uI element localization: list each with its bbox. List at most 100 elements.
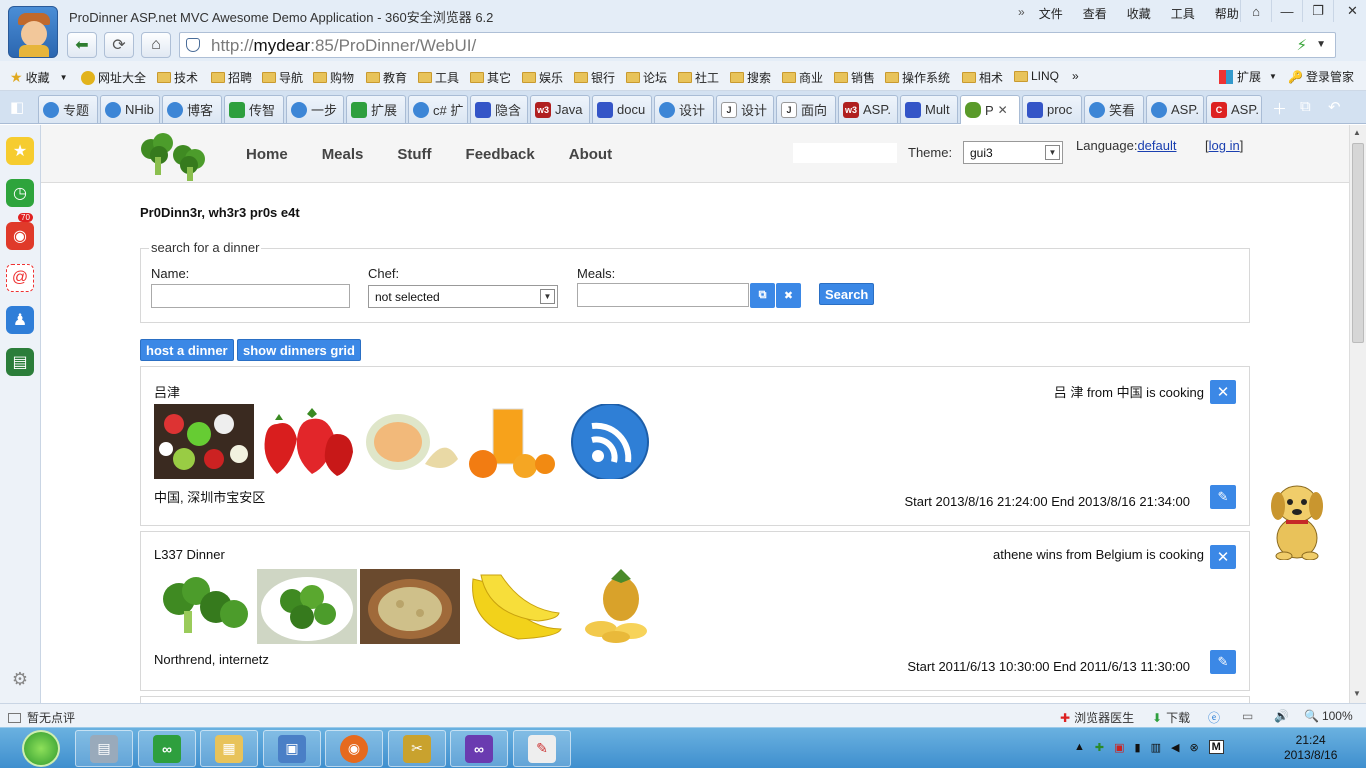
- host-dinner-button[interactable]: host a dinner: [140, 339, 234, 361]
- browser-tab[interactable]: 扩展: [346, 95, 406, 123]
- browser-tab[interactable]: J 设计: [716, 95, 774, 123]
- nav-stuff[interactable]: Stuff: [397, 146, 431, 163]
- theme-select[interactable]: gui3 ▼: [963, 141, 1063, 164]
- zoom-control[interactable]: 🔍 100%: [1304, 709, 1353, 723]
- ie-mode-icon[interactable]: ⓔ: [1208, 709, 1220, 726]
- system-clock[interactable]: 21:24 2013/8/16: [1284, 733, 1337, 763]
- bookmark-item[interactable]: 招聘: [211, 69, 252, 86]
- language-link[interactable]: default: [1137, 138, 1176, 153]
- weibo-icon[interactable]: ◉: [6, 222, 34, 250]
- favorites-star-icon[interactable]: ★: [6, 137, 34, 165]
- browser-tab[interactable]: w3 ASP.: [838, 95, 898, 123]
- bookmark-item[interactable]: 购物: [313, 69, 354, 86]
- browser-tab[interactable]: 专题: [38, 95, 98, 123]
- tray-close-icon[interactable]: ⊗: [1189, 741, 1198, 754]
- refresh-button[interactable]: ⟳: [104, 32, 134, 58]
- menu-tools[interactable]: 工具: [1171, 5, 1195, 22]
- bookmark-item[interactable]: 论坛: [626, 69, 667, 86]
- tray-battery-icon[interactable]: ▮: [1135, 741, 1141, 754]
- taskbar-app[interactable]: ◉: [325, 730, 383, 767]
- browser-tab[interactable]: ASP.: [1146, 95, 1204, 123]
- taskbar-app[interactable]: ▦: [200, 730, 258, 767]
- edit-dinner-button[interactable]: ✎: [1210, 650, 1236, 674]
- login-manager-button[interactable]: 🔑 登录管家: [1288, 68, 1354, 85]
- bookmark-item[interactable]: 搜索: [730, 69, 771, 86]
- bookmark-item[interactable]: 导航: [262, 69, 303, 86]
- history-clock-icon[interactable]: ◷: [6, 179, 34, 207]
- close-button[interactable]: ✕: [1333, 0, 1366, 22]
- menu-file[interactable]: 文件: [1039, 5, 1063, 22]
- scroll-down-icon[interactable]: ▼: [1353, 689, 1361, 698]
- restore-tab-icon[interactable]: ⧉: [1300, 98, 1311, 115]
- bookmark-item[interactable]: 商业: [782, 69, 823, 86]
- browser-tab[interactable]: 博客: [162, 95, 222, 123]
- scroll-up-icon[interactable]: ▲: [1353, 128, 1361, 137]
- extend-button[interactable]: 扩展 ▼: [1219, 68, 1277, 85]
- browser-tab[interactable]: NHib: [100, 95, 160, 123]
- settings-gear-icon[interactable]: ⚙: [6, 665, 34, 693]
- tray-security-icon[interactable]: ▣: [1114, 741, 1124, 754]
- taskbar-app[interactable]: ∞: [450, 730, 508, 767]
- taskbar-app[interactable]: ✎: [513, 730, 571, 767]
- bookmark-favorites[interactable]: ★ 收藏 ▼: [10, 69, 68, 86]
- delete-dinner-button[interactable]: ✕: [1210, 545, 1236, 569]
- show-grid-button[interactable]: show dinners grid: [237, 339, 361, 361]
- mail-icon[interactable]: @: [6, 264, 34, 292]
- back-button[interactable]: ⬅: [67, 32, 97, 58]
- delete-dinner-button[interactable]: ✕: [1210, 380, 1236, 404]
- menu-more[interactable]: »: [1018, 5, 1025, 22]
- bolt-icon[interactable]: ⚡: [1296, 36, 1307, 54]
- tray-network-icon[interactable]: ▥: [1151, 741, 1161, 754]
- scroll-thumb[interactable]: [1352, 143, 1364, 343]
- browser-tab[interactable]: C ASP.: [1206, 95, 1262, 123]
- bookmark-item[interactable]: 银行: [574, 69, 615, 86]
- bookmark-item[interactable]: 相术: [962, 69, 1003, 86]
- start-button[interactable]: [22, 730, 60, 767]
- bookmark-item[interactable]: 操作系统: [885, 69, 950, 86]
- vertical-scrollbar[interactable]: ▲ ▼: [1349, 125, 1366, 703]
- new-tab-icon[interactable]: ＋: [1272, 98, 1287, 119]
- url-input[interactable]: http://mydear:85/ProDinner/WebUI/ ⚡ ▼: [179, 32, 1336, 58]
- tray-360-icon[interactable]: ✚: [1095, 741, 1104, 754]
- browser-logo-icon[interactable]: [8, 6, 58, 58]
- bookmark-item[interactable]: 网址大全: [81, 69, 146, 86]
- bookmark-item[interactable]: 技术: [157, 69, 198, 86]
- menu-favorites[interactable]: 收藏: [1127, 5, 1151, 22]
- dinner-title[interactable]: L337 Dinner: [154, 547, 225, 562]
- name-input[interactable]: [151, 284, 350, 308]
- chat-icon[interactable]: ♟: [6, 306, 34, 334]
- taskbar-app[interactable]: ∞: [138, 730, 196, 767]
- bookmark-item[interactable]: 工具: [418, 69, 459, 86]
- meals-clear-button[interactable]: ✖: [776, 283, 801, 308]
- maximize-button[interactable]: ❐: [1302, 0, 1333, 22]
- browser-tab[interactable]: 笑看: [1084, 95, 1144, 123]
- browser-tab[interactable]: 一步: [286, 95, 344, 123]
- bookmark-item[interactable]: 社工: [678, 69, 719, 86]
- bookmark-item[interactable]: 教育: [366, 69, 407, 86]
- dog-mascot-icon[interactable]: [1264, 476, 1330, 560]
- browser-tab[interactable]: J 面向: [776, 95, 836, 123]
- close-tab-icon[interactable]: ✕: [998, 103, 1008, 117]
- browser-tab[interactable]: 传智: [224, 95, 284, 123]
- broccoli-logo-icon[interactable]: [137, 131, 209, 181]
- taskbar-app[interactable]: ▤: [75, 730, 133, 767]
- browser-tab[interactable]: w3 Java: [530, 95, 590, 123]
- browser-doctor-button[interactable]: ✚ 浏览器医生: [1060, 709, 1134, 726]
- status-review[interactable]: 暂无点评: [8, 709, 75, 726]
- browser-tab[interactable]: 隐含: [470, 95, 528, 123]
- bookmark-item[interactable]: 销售: [834, 69, 875, 86]
- bookmark-item[interactable]: 娱乐: [522, 69, 563, 86]
- meals-lookup-button[interactable]: ⧉: [750, 283, 775, 308]
- browser-tab[interactable]: Mult: [900, 95, 958, 123]
- nav-meals[interactable]: Meals: [322, 146, 364, 163]
- taskbar-app[interactable]: ✂: [388, 730, 446, 767]
- browser-tab[interactable]: c# 扩: [408, 95, 468, 123]
- taskbar-app[interactable]: ▣: [263, 730, 321, 767]
- download-button[interactable]: ⬇ 下载: [1152, 709, 1190, 726]
- undo-close-icon[interactable]: ↶: [1328, 98, 1341, 116]
- browser-tab[interactable]: docu: [592, 95, 652, 123]
- chevron-down-icon[interactable]: ▼: [1316, 39, 1326, 50]
- sound-icon[interactable]: 🔊: [1274, 709, 1289, 723]
- search-button[interactable]: Search: [819, 283, 875, 305]
- pin-button[interactable]: ⌂: [1240, 0, 1271, 22]
